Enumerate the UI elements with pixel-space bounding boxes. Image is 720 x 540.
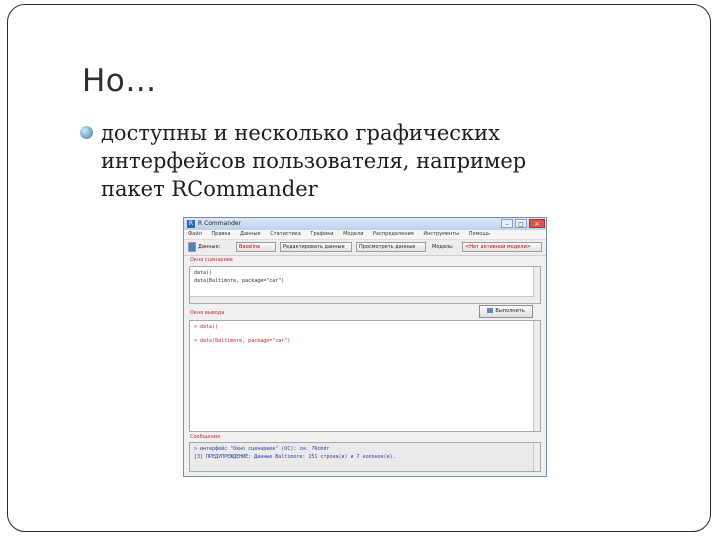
- rcmdr-window: R R Commander – □ ✕ Файл Правка Данные С…: [183, 217, 547, 477]
- run-button[interactable]: Выполнить: [479, 305, 533, 318]
- message-line: > интерфейс "Окно сценариев" (ОС): см. ?…: [194, 446, 330, 452]
- menu-statistics[interactable]: Статистика: [270, 231, 301, 237]
- messages-pane[interactable]: > интерфейс "Окно сценариев" (ОС): см. ?…: [189, 442, 541, 472]
- menu-help[interactable]: Помощь: [469, 231, 490, 237]
- menu-file[interactable]: Файл: [188, 231, 202, 237]
- messages-label: Сообщения: [190, 434, 221, 440]
- close-button[interactable]: ✕: [529, 219, 545, 228]
- window-titlebar[interactable]: R R Commander – □ ✕: [184, 218, 546, 230]
- edit-data-button[interactable]: Редактировать данные: [280, 242, 352, 252]
- model-label: Модель:: [432, 244, 454, 250]
- menu-tools[interactable]: Инструменты: [423, 231, 459, 237]
- menu-edit[interactable]: Правка: [211, 231, 230, 237]
- toolbar: Данные: Baseline Редактировать данные Пр…: [184, 240, 546, 256]
- output-vertical-scrollbar[interactable]: [533, 321, 540, 431]
- output-pane[interactable]: > data() > data(Baltimore, package="car"…: [189, 320, 541, 432]
- minimize-button[interactable]: –: [501, 219, 513, 228]
- menu-distributions[interactable]: Распределения: [373, 231, 414, 237]
- r-logo-icon: R: [187, 220, 195, 228]
- script-horizontal-scrollbar[interactable]: [190, 296, 534, 303]
- menu-bar: Файл Правка Данные Статистика Графики Мо…: [184, 230, 546, 240]
- output-label: Окно вывода: [190, 310, 225, 316]
- output-line: > data(Baltimore, package="car"): [194, 338, 291, 344]
- bullet-icon: [80, 126, 93, 139]
- model-button[interactable]: <Нет активной модели>: [462, 242, 542, 252]
- script-pane[interactable]: data() data(Baltimore, package="car"): [189, 266, 541, 304]
- data-icon: [188, 242, 196, 252]
- script-vertical-scrollbar[interactable]: [533, 267, 540, 303]
- dataset-button[interactable]: Baseline: [236, 242, 276, 252]
- run-icon: [487, 308, 494, 313]
- menu-models[interactable]: Модели: [343, 231, 363, 237]
- script-line: data(): [194, 270, 213, 276]
- script-line: data(Baltimore, package="car"): [194, 278, 285, 284]
- bullet-text: доступны и несколько графических интерфе…: [101, 121, 527, 201]
- menu-data[interactable]: Данные: [240, 231, 261, 237]
- data-label: Данные:: [198, 244, 221, 250]
- run-button-label: Выполнить: [495, 308, 525, 314]
- window-title: R Commander: [198, 220, 242, 227]
- output-line: > data(): [194, 324, 219, 330]
- script-label: Окно сценариев: [190, 257, 233, 263]
- message-line: [3] ПРЕДУПРЕЖДЕНИЕ: Данные Baltimore: 15…: [194, 454, 396, 460]
- messages-vertical-scrollbar[interactable]: [533, 443, 540, 471]
- view-data-button[interactable]: Просмотреть данные: [356, 242, 426, 252]
- slide-title: Но…: [82, 63, 157, 99]
- maximize-button[interactable]: □: [515, 219, 527, 228]
- menu-graphs[interactable]: Графики: [310, 231, 333, 237]
